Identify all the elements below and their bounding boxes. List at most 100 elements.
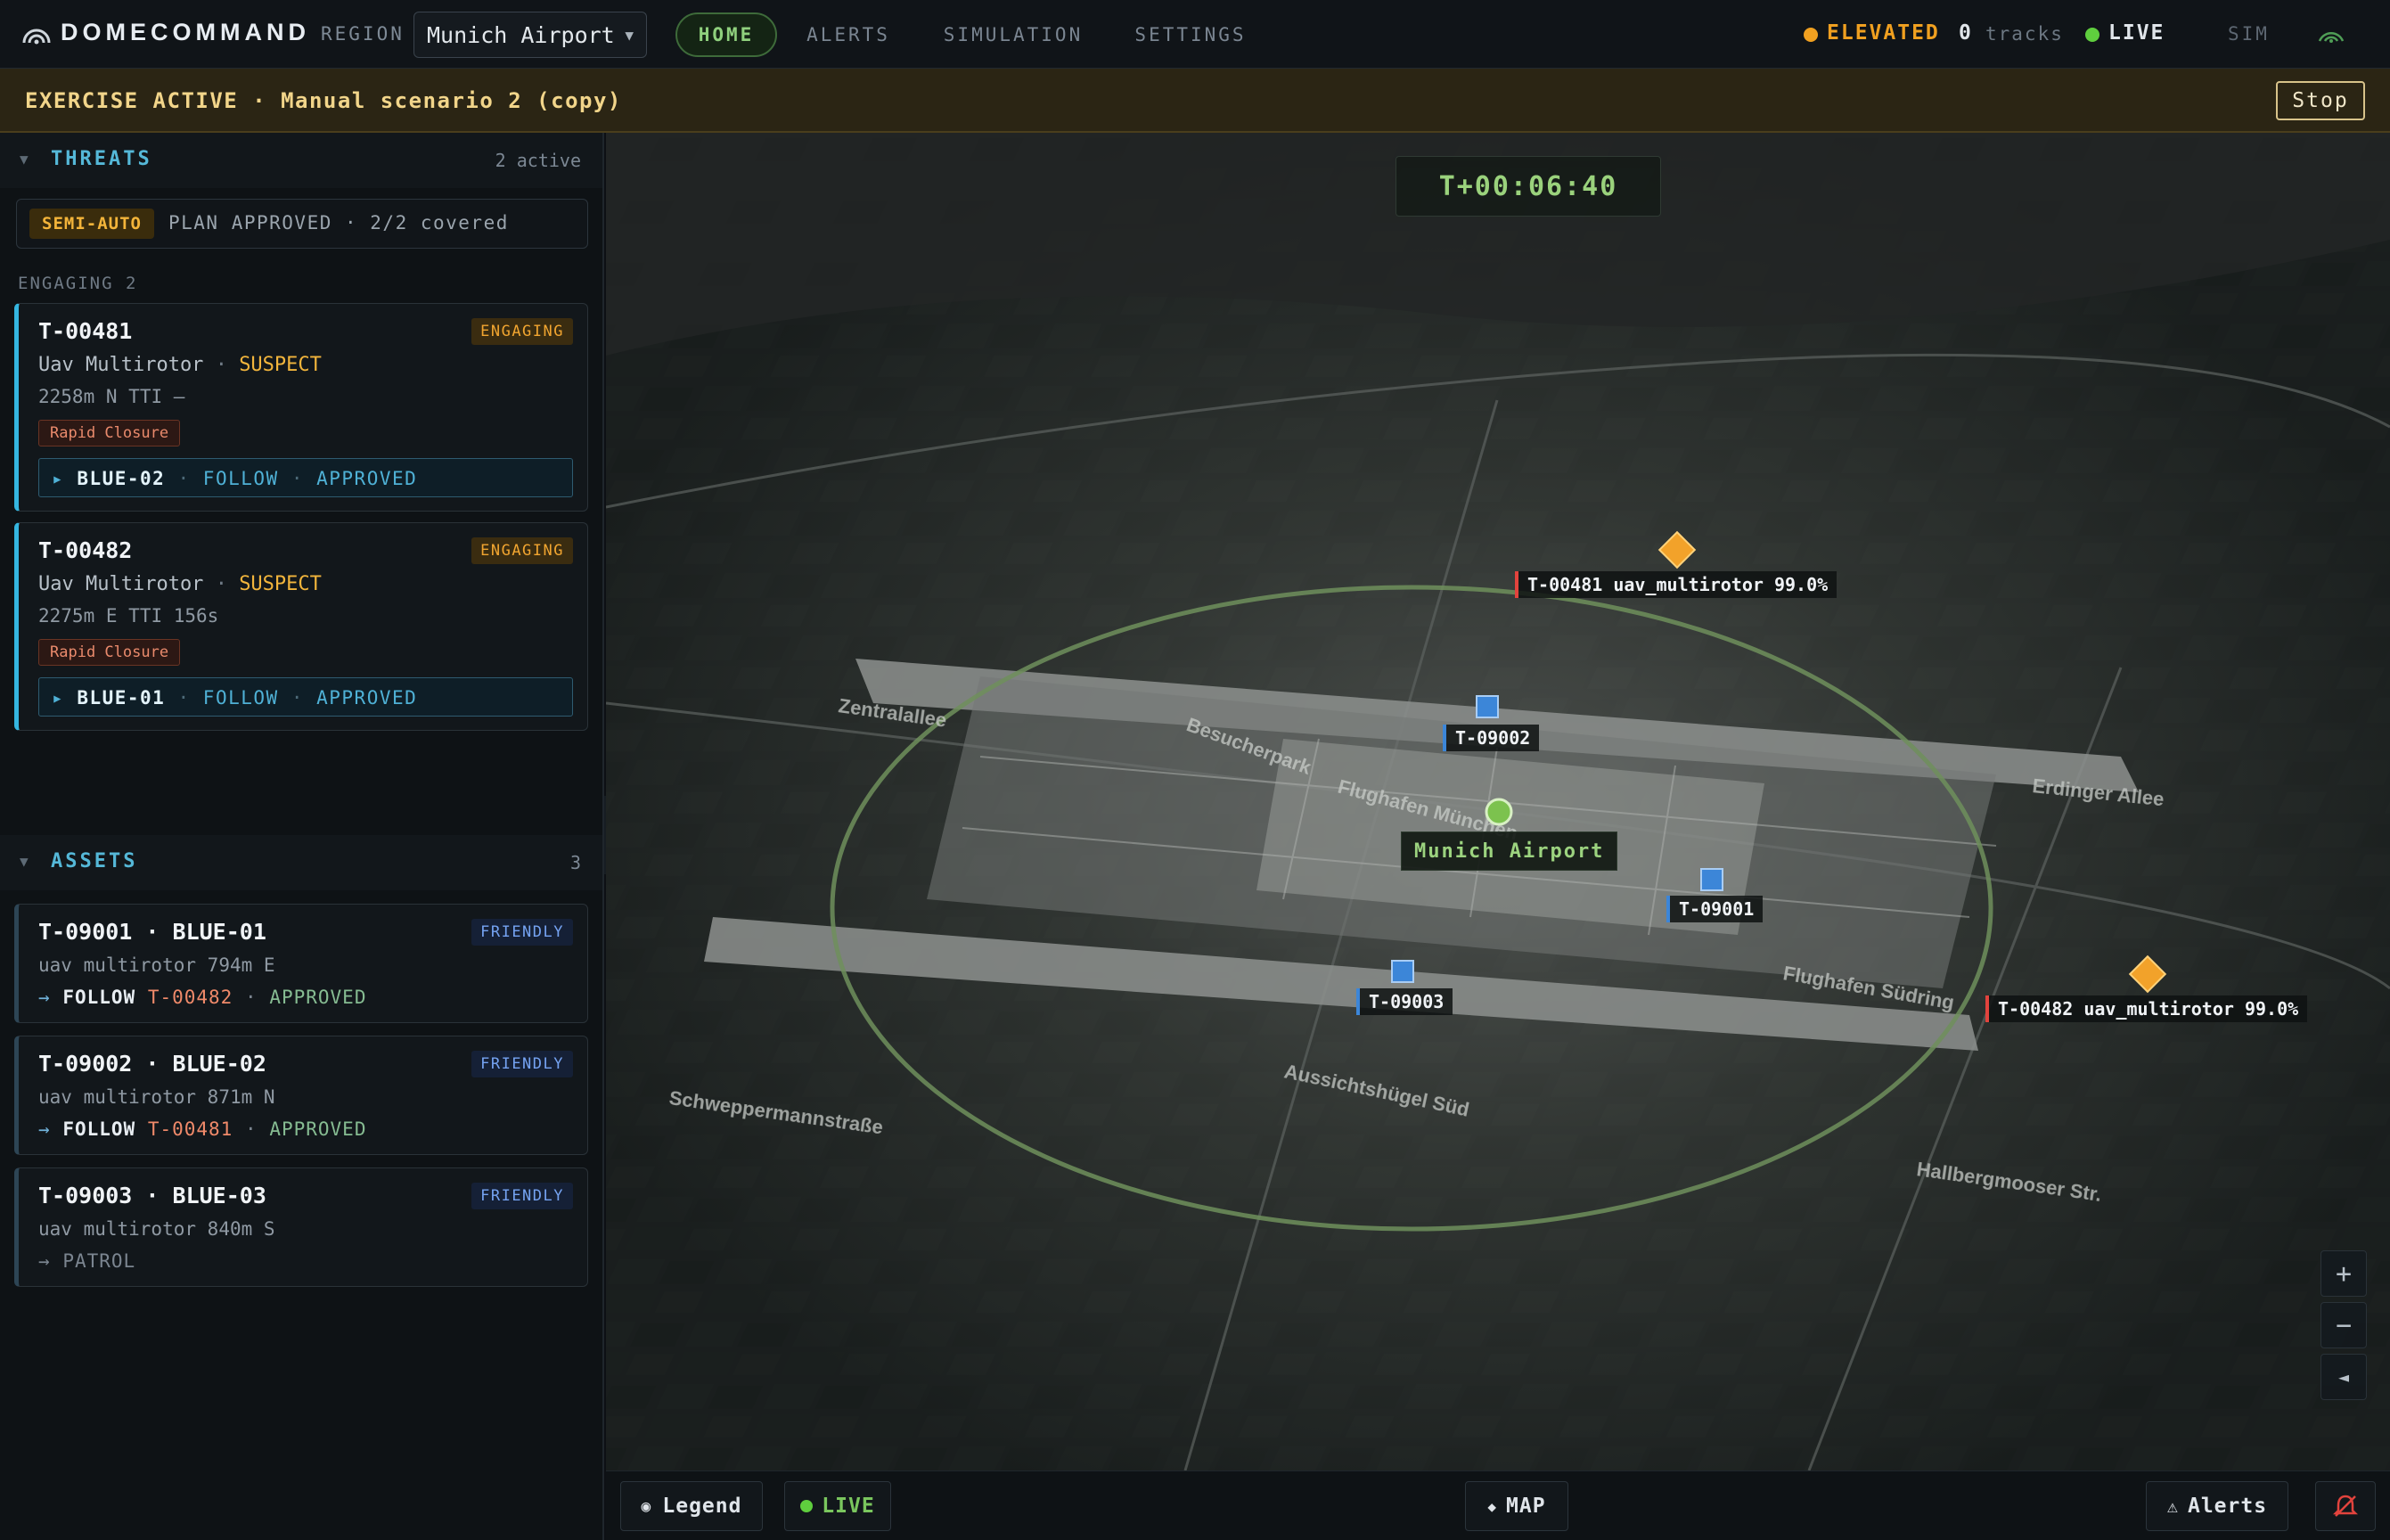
alerts-button[interactable]: ⚠ Alerts	[2146, 1481, 2288, 1531]
legend-icon: ◉	[641, 1496, 652, 1516]
status-badge: ENGAGING	[471, 537, 573, 564]
zoom-out-button[interactable]: −	[2320, 1302, 2367, 1348]
asset-card[interactable]: T-09002 · BLUE-02 FRIENDLY uav multiroto…	[14, 1036, 588, 1155]
asset-type: uav multirotor 794m E	[38, 954, 275, 976]
assets-count: 3	[569, 852, 581, 873]
arrow-right-icon: →	[38, 1118, 51, 1140]
tti-value: TTI 156s	[128, 605, 219, 627]
assignment-action: FOLLOW	[202, 468, 279, 489]
arrow-right-icon: →	[38, 1250, 51, 1272]
top-bar: DOMECOMMAND REGION Munich Airport ▼ HOME…	[0, 0, 2390, 69]
asset-mission: → FOLLOW T-00481 · APPROVED	[38, 1118, 367, 1140]
arrow-right-icon: →	[38, 987, 51, 1008]
site-center-marker[interactable]	[1485, 798, 1513, 826]
brand-title: DOMECOMMAND	[61, 19, 310, 45]
asset-card[interactable]: T-09001 · BLUE-01 FRIENDLY uav multiroto…	[14, 904, 588, 1023]
mission-action: FOLLOW	[62, 987, 136, 1008]
threats-count: 2 active	[495, 150, 581, 171]
threat-level: ELEVATED	[1827, 21, 1940, 45]
assignment-row[interactable]: ▸ BLUE-02 · FOLLOW · APPROVED	[38, 458, 573, 497]
track-count-label: tracks	[1985, 23, 2064, 45]
status-badge: FRIENDLY	[471, 919, 573, 946]
asset-mission: → PATROL	[38, 1250, 135, 1272]
asset-mission: → FOLLOW T-00482 · APPROVED	[38, 987, 367, 1008]
asset-range: 871m N	[207, 1086, 275, 1108]
threat-range: 2275m E TTI 156s	[38, 605, 218, 627]
status-badge: FRIENDLY	[471, 1051, 573, 1077]
track-label[interactable]: T-09001	[1666, 896, 1764, 922]
exercise-timer: T+00:06:40	[1396, 156, 1661, 217]
signal-icon[interactable]	[2317, 21, 2345, 46]
region-label: REGION	[321, 23, 405, 45]
plan-status-box: SEMI-AUTO PLAN APPROVED · 2/2 covered	[16, 199, 588, 249]
map-mode-button[interactable]: ◆ MAP	[1465, 1481, 1568, 1531]
threat-card[interactable]: T-00481 ENGAGING Uav Multirotor · SUSPEC…	[14, 303, 588, 512]
threat-tag: Rapid Closure	[38, 639, 181, 666]
live-status: LIVE	[2108, 21, 2165, 45]
live-dot-icon	[800, 1500, 814, 1512]
friendly-track-marker[interactable]	[1700, 868, 1723, 891]
friendly-track-marker[interactable]	[1391, 960, 1414, 983]
asset-card[interactable]: T-09003 · BLUE-03 FRIENDLY uav multiroto…	[14, 1167, 588, 1287]
track-label[interactable]: T-00482 uav_multirotor 99.0%	[1985, 995, 2308, 1022]
asset-id: T-09002 · BLUE-02	[38, 1051, 266, 1077]
live-button[interactable]: LIVE	[784, 1481, 891, 1531]
tab-simulation[interactable]: SIMULATION	[932, 12, 1094, 57]
region-value: Munich Airport	[427, 21, 615, 48]
range-value: 2275m E	[38, 605, 118, 627]
asset-range: 840m S	[207, 1218, 275, 1240]
mode-badge[interactable]: SEMI-AUTO	[29, 209, 154, 239]
tab-alerts[interactable]: ALERTS	[795, 12, 902, 57]
friendly-track-marker[interactable]	[1476, 695, 1499, 718]
mission-target[interactable]: T-00481	[148, 1118, 233, 1140]
threats-section-header[interactable]: ▼ THREATS 2 active	[0, 133, 602, 188]
threat-type: Uav Multirotor · SUSPECT	[38, 573, 322, 595]
mission-action: FOLLOW	[62, 1118, 136, 1140]
assets-title: ASSETS	[51, 850, 138, 872]
dome-logo-icon	[22, 29, 51, 45]
asset-type-label: uav multirotor	[38, 1218, 197, 1240]
map-mode-label: MAP	[1506, 1495, 1546, 1518]
bottom-toolbar: ◉ Legend LIVE ◆ MAP ⚠ Alerts	[606, 1470, 2390, 1540]
tab-settings[interactable]: SETTINGS	[1125, 12, 1256, 57]
asset-type: uav multirotor 840m S	[38, 1218, 275, 1240]
threats-title: THREATS	[51, 148, 152, 170]
range-value: 2258m N	[38, 386, 118, 407]
map-view[interactable]: Aussichtshügel Süd Flughafen Südring Hal…	[606, 133, 2390, 1470]
assignment-row[interactable]: ▸ BLUE-01 · FOLLOW · APPROVED	[38, 677, 573, 717]
threat-type: Uav Multirotor · SUSPECT	[38, 354, 322, 376]
stop-exercise-button[interactable]: Stop	[2276, 81, 2365, 120]
asset-id: T-09001 · BLUE-01	[38, 919, 266, 945]
muted-bell-icon	[2332, 1495, 2359, 1517]
chevron-down-icon: ▼	[625, 26, 634, 44]
assets-section-header[interactable]: ▼ ASSETS 3	[0, 835, 602, 890]
live-label: LIVE	[822, 1495, 875, 1518]
status-badge: FRIENDLY	[471, 1183, 573, 1209]
sim-toggle[interactable]: SIM	[2228, 23, 2270, 45]
asset-range: 794m E	[207, 954, 275, 976]
threat-id: T-00482	[38, 537, 133, 563]
assigned-asset: BLUE-01	[77, 687, 166, 709]
legend-label: Legend	[662, 1495, 742, 1518]
assigned-asset: BLUE-02	[77, 468, 166, 489]
track-label[interactable]: T-00481 uav_multirotor 99.0%	[1515, 571, 1838, 598]
asset-type-label: uav multirotor	[38, 1086, 197, 1108]
compass-icon[interactable]: ◄	[2320, 1354, 2367, 1400]
track-label[interactable]: T-09003	[1356, 988, 1453, 1015]
mission-approval: APPROVED	[269, 1118, 367, 1140]
mute-alarm-button[interactable]	[2315, 1481, 2376, 1531]
track-label[interactable]: T-09002	[1443, 725, 1540, 751]
mission-approval: APPROVED	[269, 987, 367, 1008]
mission-target[interactable]: T-00482	[148, 987, 233, 1008]
site-label: Munich Airport	[1401, 831, 1618, 871]
status-badge: ENGAGING	[471, 318, 573, 345]
warning-icon: ⚠	[2166, 1495, 2179, 1517]
zoom-in-button[interactable]: +	[2320, 1250, 2367, 1297]
tab-home[interactable]: HOME	[675, 12, 777, 57]
region-select[interactable]: Munich Airport ▼	[413, 12, 647, 58]
play-icon: ▸	[52, 468, 65, 489]
threat-card[interactable]: T-00482 ENGAGING Uav Multirotor · SUSPEC…	[14, 522, 588, 731]
mission-action: PATROL	[62, 1250, 136, 1272]
legend-button[interactable]: ◉ Legend	[620, 1481, 763, 1531]
assignment-action: FOLLOW	[202, 687, 279, 709]
